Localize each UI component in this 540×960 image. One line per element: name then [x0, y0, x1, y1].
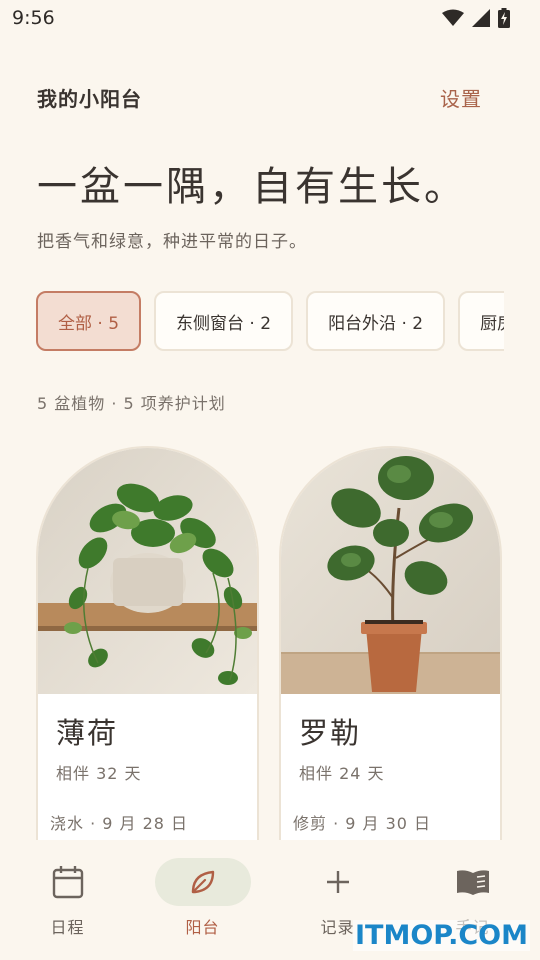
plant-photo-fiddle-leaf-fig [281, 448, 500, 694]
book-icon [456, 870, 489, 895]
nav-label: 记录 [320, 918, 355, 937]
plant-next-care: 修剪 · 9 月 30 日 [293, 814, 432, 833]
plant-card[interactable]: 罗勒 相伴 24 天 修剪 · 9 月 30 日 [279, 446, 502, 866]
filter-chip-balcony-edge[interactable]: 阳台外沿 · 2 [306, 291, 446, 351]
status-icons [442, 8, 510, 28]
plant-summary: 5 盆植物 · 5 项养护计划 [37, 394, 226, 413]
nav-label: 日程 [50, 918, 85, 937]
location-filter-chips: 全部 · 5 东侧窗台 · 2 阳台外沿 · 2 厨房 [36, 291, 504, 351]
filter-chip-all[interactable]: 全部 · 5 [36, 291, 142, 351]
wifi-icon [442, 9, 464, 27]
plant-companion-days: 相伴 32 天 [56, 764, 142, 783]
app-title: 我的小阳台 [37, 86, 142, 111]
nav-item-balcony[interactable]: 阳台 [135, 840, 270, 960]
cell-signal-icon [472, 9, 490, 27]
watermark-logo: ITMOP.COM [352, 920, 530, 951]
nav-active-indicator [154, 858, 251, 906]
plant-photo-pothos [38, 448, 257, 694]
hero-subtitle: 把香气和绿意，种进平常的日子。 [37, 232, 307, 252]
status-bar: 9:56 [0, 0, 540, 36]
filter-chip-east-window[interactable]: 东侧窗台 · 2 [154, 291, 294, 351]
plant-next-care: 浇水 · 9 月 28 日 [50, 814, 189, 833]
hero-title: 一盆一隅，自有生长。 [37, 164, 467, 210]
plant-companion-days: 相伴 24 天 [299, 764, 385, 783]
nav-label: 阳台 [185, 918, 220, 937]
status-time: 9:56 [12, 7, 55, 29]
settings-link[interactable]: 设置 [440, 83, 482, 112]
app-header: 我的小阳台 设置 [37, 80, 482, 114]
plus-icon [326, 871, 349, 893]
plant-name: 薄荷 [56, 716, 119, 750]
calendar-icon [52, 866, 83, 899]
plant-name: 罗勒 [299, 716, 362, 750]
plant-card[interactable]: 薄荷 相伴 32 天 浇水 · 9 月 28 日 [36, 446, 259, 866]
filter-chip-kitchen[interactable]: 厨房 [458, 291, 504, 351]
nav-item-schedule[interactable]: 日程 [0, 840, 135, 960]
battery-charging-icon [498, 8, 510, 28]
leaf-icon [191, 870, 214, 894]
